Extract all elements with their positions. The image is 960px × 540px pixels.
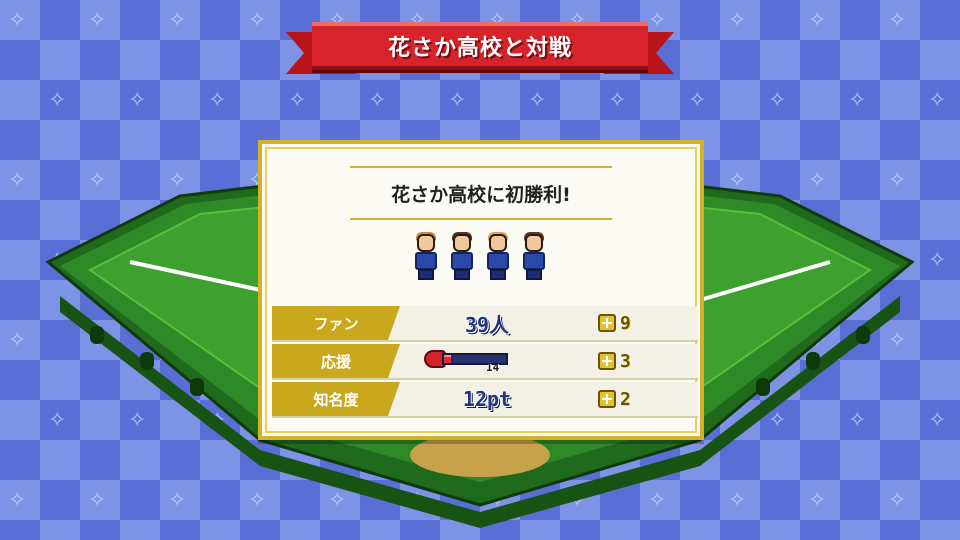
dugout-window [856,326,870,344]
stat-label-fans: ファン [272,306,400,340]
cheer-gauge: 14 [424,350,508,374]
title-ribbon: 花さか高校と対戦 [312,22,648,70]
dugout-window [190,378,204,396]
dugout-window [140,352,154,370]
stat-label-cheering: 応援 [272,344,400,378]
player-head [489,234,507,252]
fame-value: 12pt [462,387,512,411]
cheering-bonus: 3 [598,344,658,378]
stat-row-fans: ファン 39人 9 [272,306,698,342]
cheer-gauge-value: 14 [486,361,500,374]
fans-value: 39人 [464,312,510,337]
stat-row-cheering: 応援 14 3 [272,344,698,380]
player-head [525,234,543,252]
player-uniform [523,252,545,270]
fans-bonus-value: 9 [620,312,631,334]
player-sprite [448,232,476,282]
player-legs [454,269,470,280]
player-sprite [412,232,440,282]
match-title: 花さか高校と対戦 [387,36,572,61]
player-legs [526,269,542,280]
player-sprite [520,232,548,282]
plus-icon [598,352,616,370]
player-sprite [484,232,512,282]
stat-label-fame: 知名度 [272,382,400,416]
player-uniform [487,252,509,270]
result-headline: 花さか高校に初勝利! [391,183,571,206]
fans-bonus: 9 [598,306,658,340]
player-group [412,232,552,284]
player-legs [490,269,506,280]
gauge-fill-highlight [444,355,451,357]
player-uniform [451,252,473,270]
player-legs [418,269,434,280]
dugout-window [90,326,104,344]
stat-row-fame: 知名度 12pt 2 [272,382,698,418]
cheering-bonus-value: 3 [620,350,631,372]
fame-bonus: 2 [598,382,658,416]
player-uniform [415,252,437,270]
player-head [417,234,435,252]
plus-icon [598,390,616,408]
plus-icon [598,314,616,332]
player-head [453,234,471,252]
fame-bonus-value: 2 [620,388,631,410]
headline-frame: 花さか高校に初勝利! [350,166,612,220]
dugout-window [806,352,820,370]
dugout-window [756,378,770,396]
result-panel: 花さか高校に初勝利! ファン 39人 9 応援 14 3 知名度 12pt 2 [258,140,704,440]
